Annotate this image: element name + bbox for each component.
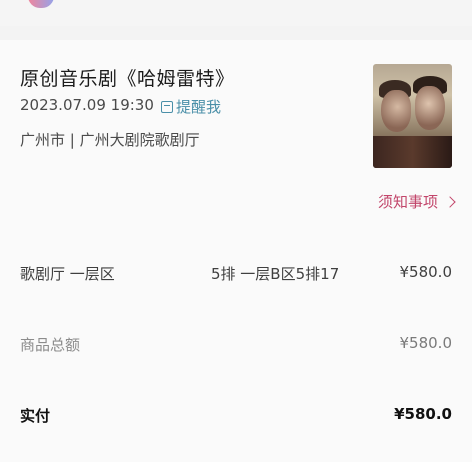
app-logo-icon xyxy=(28,0,54,8)
remind-me-button[interactable]: 提醒我 xyxy=(161,96,221,117)
top-strip xyxy=(0,0,472,26)
paid-label: 实付 xyxy=(20,407,51,425)
order-card: 原创音乐剧《哈姆雷特》 2023.07.09 19:30 提醒我 广州市 | 广… xyxy=(0,40,472,462)
subtotal-amount: ¥580.0 xyxy=(399,334,453,352)
poster-face-left xyxy=(381,90,411,132)
paid-row: 实付 ¥580.0 xyxy=(0,405,472,429)
seat-area: 歌剧厅 一层区 xyxy=(20,265,115,283)
notice-label: 须知事项 xyxy=(377,193,438,211)
seat-row: 歌剧厅 一层区 5排 一层B区5排17 ¥580.0 xyxy=(0,263,472,287)
calendar-icon xyxy=(161,100,173,113)
poster-coat xyxy=(373,136,452,168)
show-datetime: 2023.07.09 19:30 xyxy=(20,96,154,114)
seat-detail: 5排 一层B区5排17 xyxy=(211,265,340,283)
poster-image[interactable] xyxy=(373,64,452,168)
notice-link[interactable]: 须知事项 xyxy=(377,191,456,212)
poster-face-right xyxy=(415,86,445,130)
remind-me-label: 提醒我 xyxy=(176,98,222,116)
chevron-right-icon xyxy=(444,195,456,208)
seat-price: ¥580.0 xyxy=(399,263,453,281)
subtotal-label: 商品总额 xyxy=(20,336,81,354)
paid-amount: ¥580.0 xyxy=(394,405,452,423)
subtotal-row: 商品总额 ¥580.0 xyxy=(0,334,472,358)
show-venue: 广州市 | 广州大剧院歌剧厅 xyxy=(20,131,200,149)
show-title: 原创音乐剧《哈姆雷特》 xyxy=(20,68,235,90)
